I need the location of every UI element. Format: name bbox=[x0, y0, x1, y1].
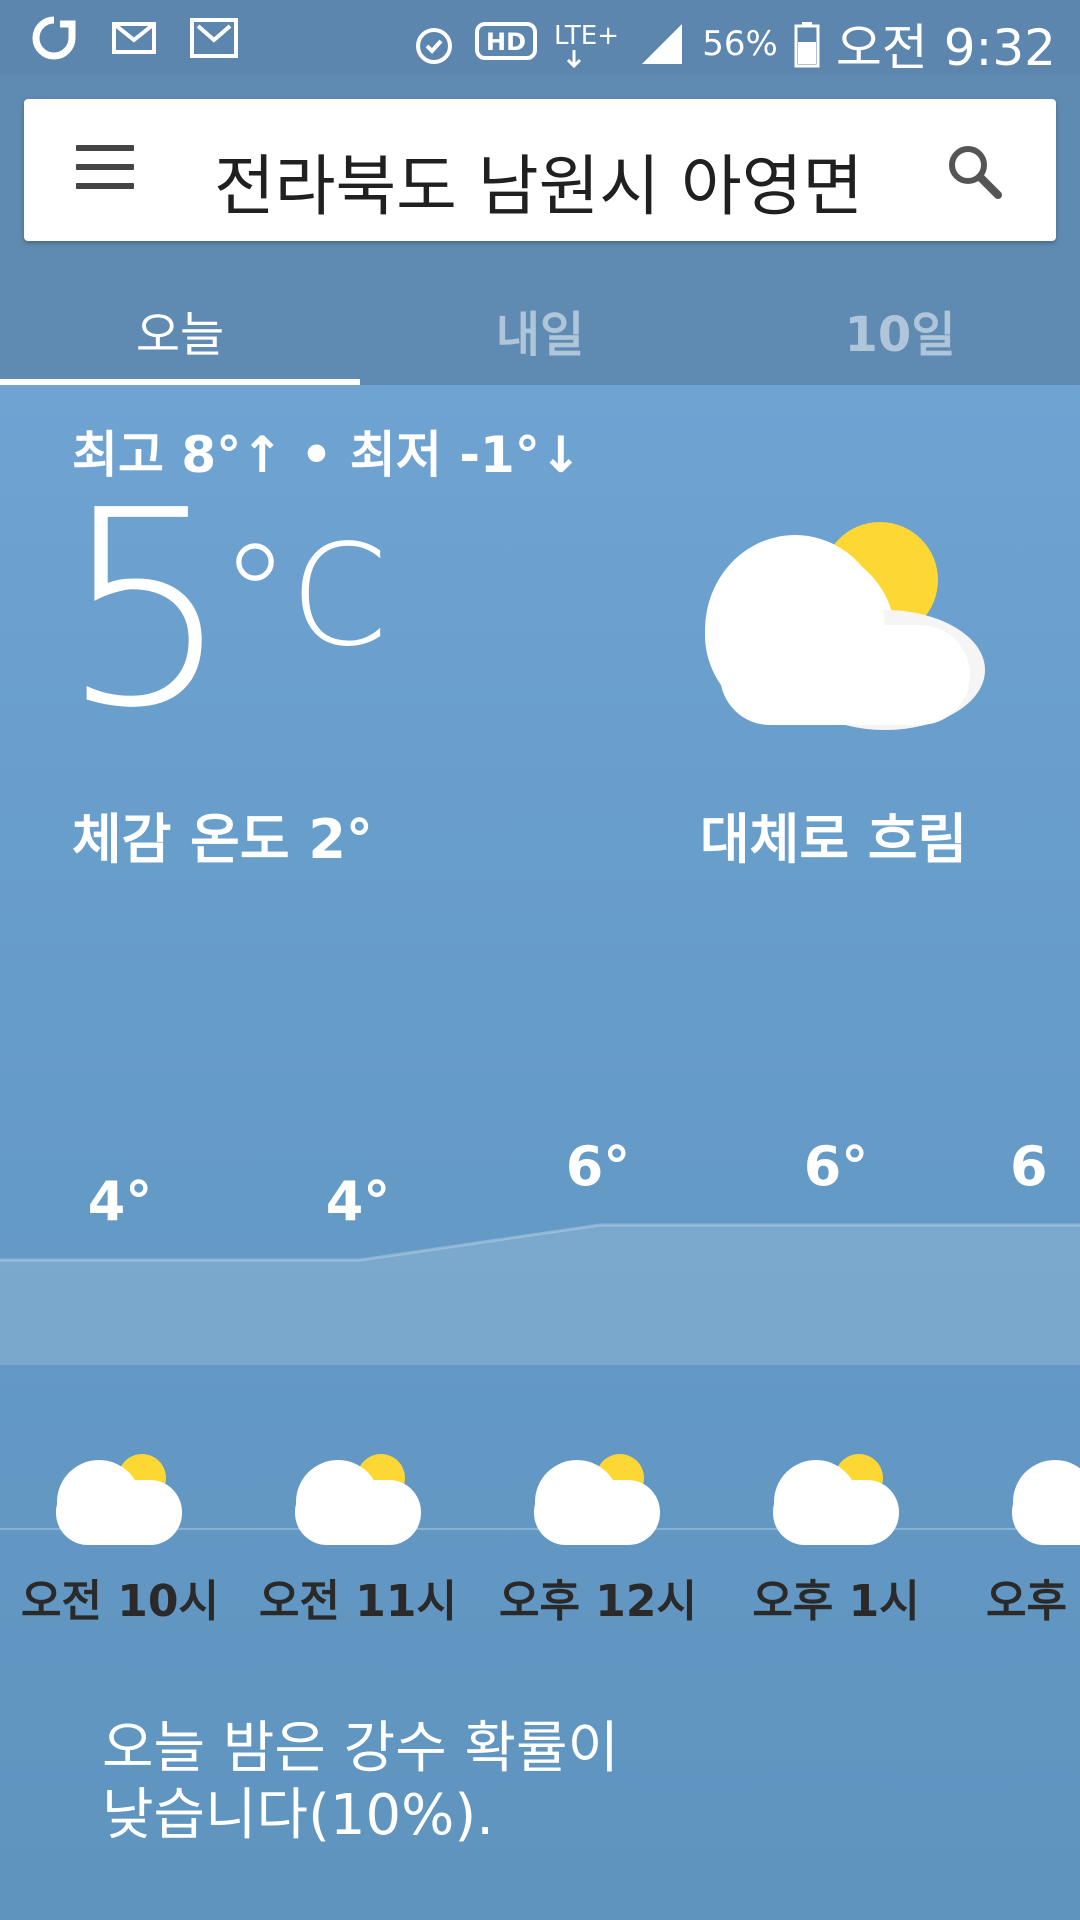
header: 전라북도 남원시 아영면 오늘 내일 10일 bbox=[0, 75, 1080, 385]
lte-icon: LTE+ bbox=[552, 18, 622, 70]
hd-label: HD bbox=[486, 28, 526, 56]
temperature-unit: °C bbox=[220, 515, 388, 678]
partly-cloudy-icon bbox=[1010, 1450, 1080, 1550]
network-label: LTE+ bbox=[554, 21, 619, 51]
hour-temp-2: 4° bbox=[325, 1170, 391, 1233]
hour-label-4: 오후 1시 bbox=[752, 1576, 920, 1627]
hour-label-1: 오전 10시 bbox=[21, 1576, 219, 1627]
partly-cloudy-icon bbox=[771, 1450, 901, 1550]
precipitation-summary: 오늘 밤은 강수 확률이 낮습니다(10%). bbox=[102, 1715, 902, 1849]
hour-temp-4: 6° bbox=[803, 1135, 869, 1198]
hamburger-menu-icon[interactable] bbox=[76, 145, 134, 195]
clock: 오전 9:32 bbox=[835, 19, 1056, 77]
battery-percent: 56% bbox=[702, 24, 778, 64]
tab-today[interactable]: 오늘 bbox=[0, 285, 360, 385]
partly-cloudy-icon bbox=[293, 1450, 423, 1550]
hour-label-3: 오후 12시 bbox=[499, 1576, 697, 1627]
today-panel: 최고 8°↑ • 최저 -1°↓ 5 °C 체감 온도 2° 대체로 흐림 4°… bbox=[0, 385, 1080, 1920]
current-temperature: 5 bbox=[60, 452, 232, 767]
mail-notification-icon bbox=[108, 12, 160, 64]
hour-temp-5: 6 bbox=[1010, 1135, 1048, 1198]
hour-temp-3: 6° bbox=[565, 1135, 631, 1198]
search-icon[interactable] bbox=[942, 139, 1006, 203]
gmail-notification-icon bbox=[188, 12, 240, 64]
signal-icon bbox=[636, 18, 688, 70]
battery-icon bbox=[792, 18, 822, 70]
tab-tomorrow[interactable]: 내일 bbox=[360, 285, 720, 385]
summary-line-1: 오늘 밤은 강수 확률이 bbox=[102, 1716, 620, 1781]
status-bar: HD LTE+ 56% 오전 9:32 bbox=[0, 0, 1080, 77]
divider bbox=[0, 1528, 1080, 1530]
day-tabs: 오늘 내일 10일 bbox=[0, 285, 1080, 385]
hour-label-2: 오전 11시 bbox=[259, 1576, 457, 1627]
partly-cloudy-icon bbox=[700, 515, 990, 735]
summary-line-2: 낮습니다(10%). bbox=[102, 1783, 495, 1849]
feels-like: 체감 온도 2° bbox=[72, 808, 373, 871]
condition-text: 대체로 흐림 bbox=[700, 808, 968, 871]
location-search-bar[interactable]: 전라북도 남원시 아영면 bbox=[24, 99, 1056, 241]
location-title[interactable]: 전라북도 남원시 아영면 bbox=[214, 133, 914, 229]
carrier-app-icon bbox=[28, 12, 80, 64]
hd-voice-icon: HD bbox=[474, 18, 538, 70]
alarm-icon bbox=[408, 18, 460, 70]
partly-cloudy-icon bbox=[532, 1450, 662, 1550]
hour-temp-1: 4° bbox=[87, 1170, 153, 1233]
partly-cloudy-icon bbox=[54, 1450, 184, 1550]
hour-label-5: 오후 bbox=[986, 1576, 1067, 1627]
tab-10-day[interactable]: 10일 bbox=[720, 285, 1080, 385]
